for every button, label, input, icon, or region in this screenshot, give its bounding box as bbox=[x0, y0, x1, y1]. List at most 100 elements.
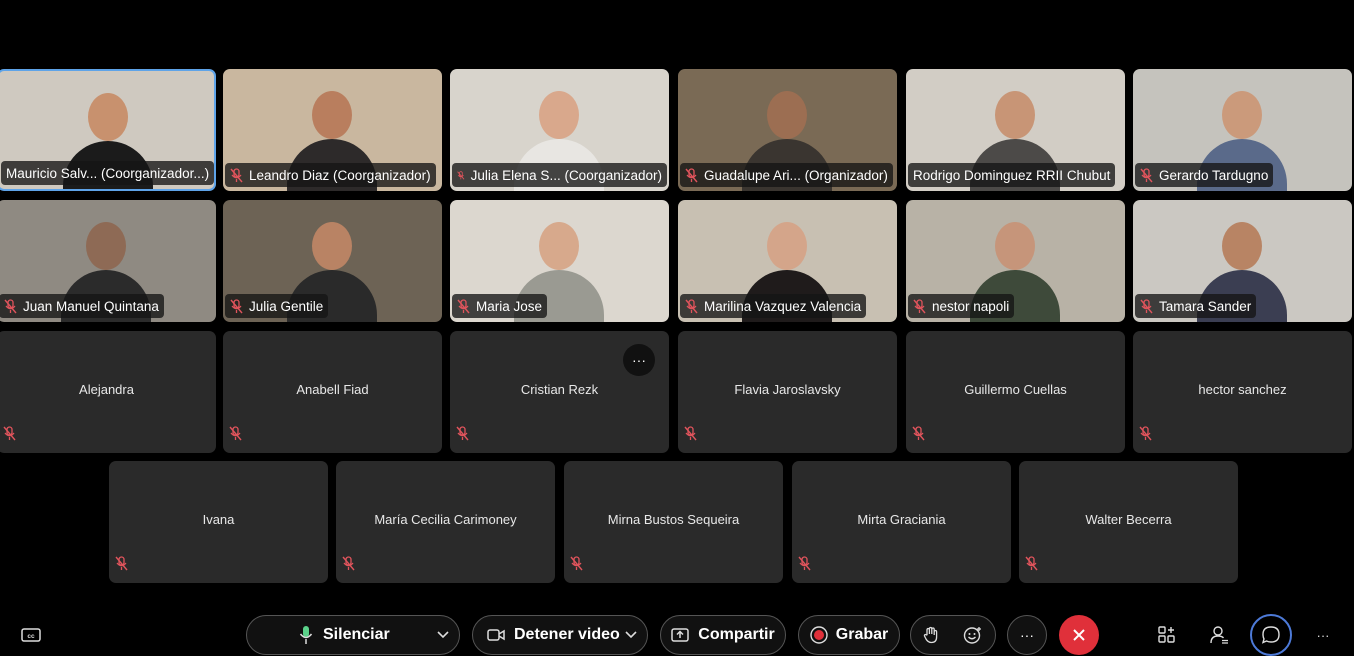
reactions-icon[interactable] bbox=[963, 626, 983, 644]
muted-mic-icon bbox=[456, 426, 469, 441]
microphone-icon bbox=[299, 626, 313, 644]
end-call-icon bbox=[1073, 629, 1085, 641]
muted-mic-icon bbox=[342, 556, 355, 571]
participant-name: Julia Gentile bbox=[249, 298, 324, 314]
participant-name-tile[interactable]: Ivana bbox=[109, 461, 328, 583]
participant-name: Leandro Diaz (Coorganizador) bbox=[249, 167, 431, 183]
participant-name-tile[interactable]: Alejandra bbox=[0, 331, 216, 453]
participant-name: Alejandra bbox=[79, 382, 134, 397]
participant-name: Juan Manuel Quintana bbox=[23, 298, 159, 314]
participant-video-tile[interactable]: Gerardo Tardugno bbox=[1133, 69, 1352, 191]
participant-video-tile[interactable]: Leandro Diaz (Coorganizador) bbox=[223, 69, 442, 191]
participant-video-tile[interactable]: Marilina Vazquez Valencia bbox=[678, 200, 897, 322]
participant-name-chip: Gerardo Tardugno bbox=[1135, 163, 1274, 187]
participant-name-tile[interactable]: Walter Becerra bbox=[1019, 461, 1238, 583]
participants-button[interactable] bbox=[1206, 622, 1232, 648]
video-camera-icon bbox=[487, 629, 505, 641]
participant-name-chip: Juan Manuel Quintana bbox=[0, 294, 164, 318]
share-label: Compartir bbox=[698, 626, 775, 643]
muted-mic-icon bbox=[685, 167, 698, 182]
mute-button[interactable]: Silenciar bbox=[246, 615, 460, 655]
overflow-button[interactable]: ··· bbox=[1310, 622, 1336, 648]
participant-name: Walter Becerra bbox=[1085, 512, 1172, 527]
participant-name-tile[interactable]: Flavia Jaroslavsky bbox=[678, 331, 897, 453]
participant-name-chip: Marilina Vazquez Valencia bbox=[680, 294, 867, 318]
participant-video-tile[interactable]: Juan Manuel Quintana bbox=[0, 200, 216, 322]
more-options-button[interactable]: ··· bbox=[1007, 615, 1047, 655]
muted-indicator bbox=[342, 556, 355, 576]
participant-video-tile[interactable]: Julia Elena S... (Coorganizador) bbox=[450, 69, 669, 191]
muted-mic-icon bbox=[457, 298, 470, 313]
participant-name-tile[interactable]: María Cecilia Carimoney bbox=[336, 461, 555, 583]
chevron-down-icon[interactable] bbox=[625, 631, 637, 639]
participant-name-tile[interactable]: hector sanchez bbox=[1133, 331, 1352, 453]
muted-mic-icon bbox=[230, 298, 243, 313]
participant-name-tile[interactable]: Guillermo Cuellas bbox=[906, 331, 1125, 453]
muted-indicator bbox=[3, 426, 16, 446]
share-button[interactable]: Compartir bbox=[660, 615, 786, 655]
muted-mic-icon bbox=[1140, 167, 1153, 182]
participant-name-tile[interactable]: Mirna Bustos Sequeira bbox=[564, 461, 783, 583]
end-call-button[interactable] bbox=[1059, 615, 1099, 655]
participant-name: María Cecilia Carimoney bbox=[374, 512, 517, 527]
muted-indicator bbox=[684, 426, 697, 446]
muted-mic-icon bbox=[1139, 426, 1152, 441]
participant-video-tile[interactable]: Julia Gentile bbox=[223, 200, 442, 322]
participant-video-tile[interactable]: Tamara Sander bbox=[1133, 200, 1352, 322]
participant-name-chip: Julia Elena S... (Coorganizador) bbox=[452, 163, 667, 187]
muted-mic-icon bbox=[457, 170, 465, 180]
participant-name-tile[interactable]: Cristian Rezk ··· bbox=[450, 331, 669, 453]
muted-mic-icon bbox=[3, 426, 16, 441]
participant-name-chip: Julia Gentile bbox=[225, 294, 329, 318]
muted-indicator bbox=[229, 426, 242, 446]
participant-video-tile[interactable]: nestor napoli bbox=[906, 200, 1125, 322]
svg-text:cc: cc bbox=[27, 633, 35, 640]
muted-mic-icon bbox=[230, 167, 243, 182]
muted-mic-icon bbox=[912, 426, 925, 441]
record-icon bbox=[810, 626, 828, 644]
share-screen-icon bbox=[671, 628, 690, 642]
participant-name: Maria Jose bbox=[476, 298, 543, 314]
muted-mic-icon bbox=[229, 426, 242, 441]
participant-name-chip: Rodrigo Dominguez RRII Chubut bbox=[908, 163, 1116, 187]
participant-video-tile[interactable]: Guadalupe Ari... (Organizador) bbox=[678, 69, 897, 191]
participant-name-chip: Guadalupe Ari... (Organizador) bbox=[680, 163, 893, 187]
participant-video-tile[interactable]: Rodrigo Dominguez RRII Chubut bbox=[906, 69, 1125, 191]
muted-mic-icon bbox=[913, 298, 926, 313]
muted-mic-icon bbox=[570, 556, 583, 571]
muted-indicator bbox=[912, 426, 925, 446]
more-icon: ··· bbox=[1020, 627, 1034, 643]
captions-button[interactable]: cc bbox=[18, 622, 44, 648]
muted-mic-icon bbox=[115, 556, 128, 571]
participant-name-tile[interactable]: Anabell Fiad bbox=[223, 331, 442, 453]
chat-button[interactable] bbox=[1250, 614, 1292, 656]
participant-name-chip: Leandro Diaz (Coorganizador) bbox=[225, 163, 436, 187]
participant-name-chip: Tamara Sander bbox=[1135, 294, 1257, 318]
raise-hand-icon[interactable] bbox=[923, 626, 939, 644]
muted-indicator bbox=[115, 556, 128, 576]
participant-name: Julia Elena S... (Coorganizador) bbox=[470, 167, 662, 183]
participant-video-tile[interactable]: Mauricio Salv... (Coorganizador...) bbox=[0, 69, 216, 191]
participant-name-tile[interactable]: Mirta Graciania bbox=[792, 461, 1011, 583]
participant-name-chip: nestor napoli bbox=[908, 294, 1015, 318]
chevron-down-icon[interactable] bbox=[437, 631, 449, 639]
participant-name: Mauricio Salv... (Coorganizador...) bbox=[6, 165, 210, 181]
apps-button[interactable] bbox=[1154, 622, 1180, 648]
participant-name: Tamara Sander bbox=[1159, 298, 1252, 314]
participant-name: Mirna Bustos Sequeira bbox=[607, 512, 740, 527]
participant-name: Cristian Rezk bbox=[520, 382, 599, 397]
participant-video-tile[interactable]: Maria Jose bbox=[450, 200, 669, 322]
tile-more-button[interactable]: ··· bbox=[623, 344, 655, 376]
participant-name: Marilina Vazquez Valencia bbox=[704, 298, 862, 314]
participant-name: Rodrigo Dominguez RRII Chubut bbox=[913, 167, 1111, 183]
muted-mic-icon bbox=[798, 556, 811, 571]
participant-name-chip: Mauricio Salv... (Coorganizador...) bbox=[1, 161, 214, 185]
muted-mic-icon bbox=[685, 298, 698, 313]
participant-name: Guillermo Cuellas bbox=[964, 382, 1067, 397]
participants-icon bbox=[1210, 626, 1228, 644]
stop-video-button[interactable]: Detener video bbox=[472, 615, 648, 655]
participant-name: Mirta Graciania bbox=[857, 512, 946, 527]
muted-mic-icon bbox=[684, 426, 697, 441]
record-label: Grabar bbox=[835, 626, 889, 643]
record-button[interactable]: Grabar bbox=[798, 615, 900, 655]
